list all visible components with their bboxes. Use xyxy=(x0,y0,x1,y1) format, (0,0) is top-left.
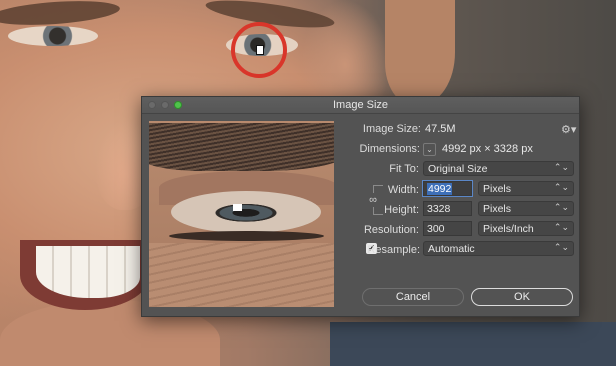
chevron-down-icon: ⌃⌄ xyxy=(553,182,569,192)
height-label: Height: xyxy=(384,204,419,216)
ok-button[interactable]: OK xyxy=(471,288,573,306)
resolution-unit-select[interactable]: Pixels/Inch ⌃⌄ xyxy=(478,221,574,236)
chevron-down-icon[interactable]: ⌄ xyxy=(423,143,436,156)
height-input[interactable]: 3328 xyxy=(423,201,472,216)
dimensions-label: Dimensions: xyxy=(359,143,420,155)
height-unit-value: Pixels xyxy=(483,203,512,215)
chevron-down-icon: ⌃⌄ xyxy=(553,242,569,252)
fit-to-label: Fit To: xyxy=(389,163,419,175)
width-value: 4992 xyxy=(427,183,453,195)
width-label: Width: xyxy=(387,184,419,196)
chevron-down-icon: ⌃⌄ xyxy=(553,162,569,172)
fit-to-select[interactable]: Original Size ⌃⌄ xyxy=(423,161,574,176)
dimensions-value: 4992 px × 3328 px xyxy=(442,143,533,155)
width-input[interactable]: 4992 xyxy=(422,180,473,197)
cancel-button[interactable]: Cancel xyxy=(362,288,464,306)
image-preview[interactable] xyxy=(149,121,334,307)
pixel-cursor-icon xyxy=(256,45,264,55)
height-unit-select[interactable]: Pixels ⌃⌄ xyxy=(478,201,574,216)
resolution-value: 300 xyxy=(427,223,445,235)
chevron-down-icon: ⌃⌄ xyxy=(553,202,569,212)
resample-value: Automatic xyxy=(428,243,475,255)
image-size-dialog: Image Size Image Size: 47.5M ⚙▾ Dimensio… xyxy=(141,96,580,317)
image-size-value: 47.5M xyxy=(425,123,456,135)
height-value: 3328 xyxy=(427,203,451,215)
chevron-down-icon: ⌃⌄ xyxy=(553,222,569,232)
annotation-circle xyxy=(231,22,287,78)
resolution-input[interactable]: 300 xyxy=(423,221,472,236)
title-bar[interactable]: Image Size xyxy=(142,97,579,114)
resample-select[interactable]: Automatic ⌃⌄ xyxy=(423,241,574,256)
resolution-label: Resolution: xyxy=(363,224,419,236)
resample-label: Resample: xyxy=(367,244,420,256)
width-unit-select[interactable]: Pixels ⌃⌄ xyxy=(478,181,574,196)
dialog-title: Image Size xyxy=(332,99,389,111)
image-size-label: Image Size: xyxy=(362,123,421,135)
resolution-unit-value: Pixels/Inch xyxy=(483,223,534,235)
gear-icon[interactable]: ⚙▾ xyxy=(561,123,576,136)
fit-to-value: Original Size xyxy=(428,163,488,175)
width-unit-value: Pixels xyxy=(483,183,512,195)
